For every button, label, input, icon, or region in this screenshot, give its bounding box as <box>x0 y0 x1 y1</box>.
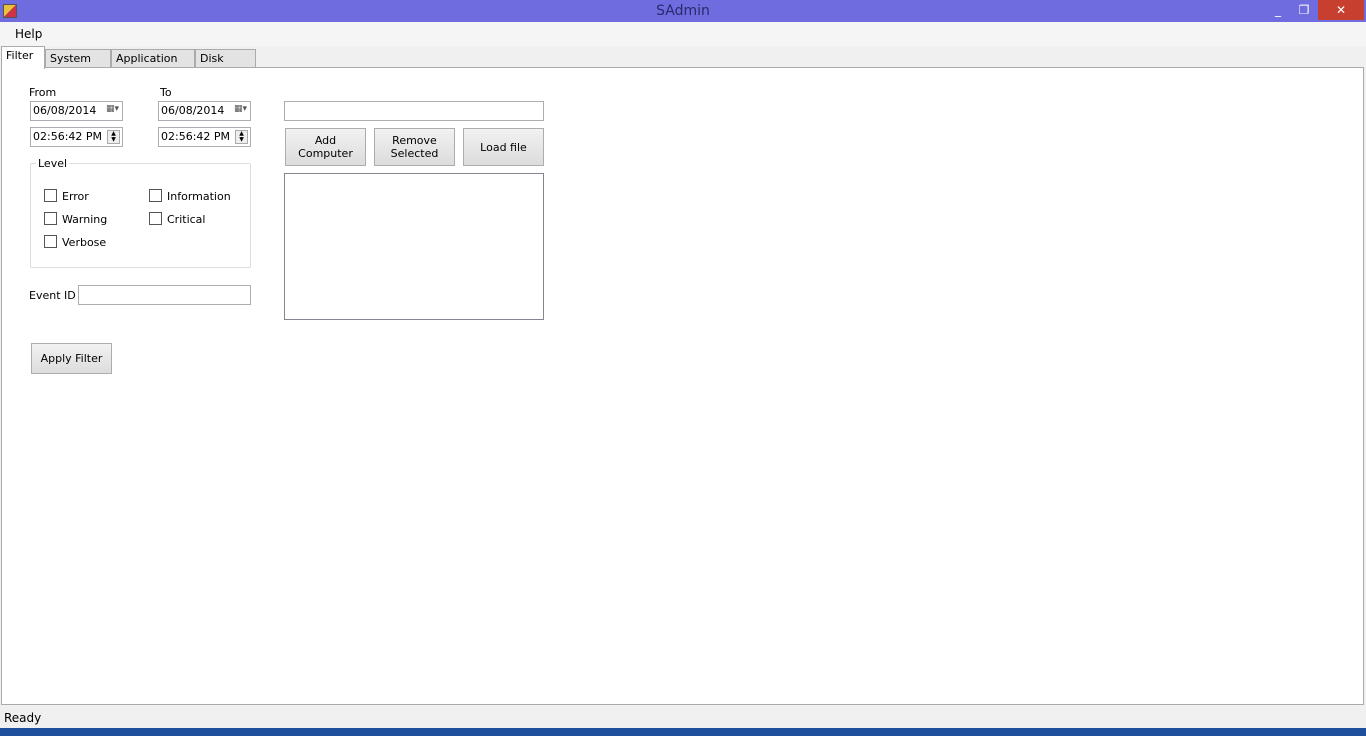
critical-label: Critical <box>167 213 206 226</box>
tab-system-log[interactable]: System Log <box>45 49 111 78</box>
add-computer-button[interactable]: Add Computer <box>285 128 366 166</box>
level-label: Level <box>36 157 70 170</box>
information-label: Information <box>167 190 231 203</box>
from-date-value: 06/08/2014 <box>33 104 97 117</box>
spinner-icon[interactable]: ▲ ▼ <box>235 130 248 144</box>
apply-filter-button[interactable]: Apply Filter <box>31 343 112 374</box>
minimize-button[interactable]: _ <box>1264 0 1292 20</box>
remove-selected-button[interactable]: Remove Selected <box>374 128 455 166</box>
warning-label: Warning <box>62 213 108 226</box>
computer-list[interactable] <box>284 173 544 320</box>
verbose-checkbox[interactable] <box>44 235 57 248</box>
close-button[interactable]: ✕ <box>1318 0 1364 20</box>
error-checkbox[interactable] <box>44 189 57 202</box>
calendar-dropdown-icon[interactable]: ▦▾ <box>106 104 119 114</box>
critical-checkbox[interactable] <box>149 212 162 225</box>
warning-checkbox[interactable] <box>44 212 57 225</box>
tab-application-log[interactable]: Application Log <box>111 49 195 78</box>
from-time-picker[interactable]: 02:56:42 PM ▲ ▼ <box>30 127 123 147</box>
restore-button[interactable]: ❐ <box>1290 0 1318 20</box>
load-file-button[interactable]: Load file <box>463 128 544 166</box>
spinner-icon[interactable]: ▲ ▼ <box>107 130 120 144</box>
error-label: Error <box>62 190 89 203</box>
calendar-dropdown-icon[interactable]: ▦▾ <box>234 104 247 114</box>
to-date-picker[interactable]: 06/08/2014 ▦▾ <box>158 101 251 121</box>
from-date-picker[interactable]: 06/08/2014 ▦▾ <box>30 101 123 121</box>
window-title: SAdmin <box>656 3 710 19</box>
to-label: To <box>160 86 172 99</box>
to-date-value: 06/08/2014 <box>161 104 225 117</box>
to-time-picker[interactable]: 02:56:42 PM ▲ ▼ <box>158 127 251 147</box>
tab-filter[interactable]: Filter <box>1 46 45 69</box>
event-id-label: Event ID <box>29 289 76 302</box>
title-bar: SAdmin _ ❐ ✕ <box>0 0 1366 22</box>
tab-disk-space[interactable]: Disk Space <box>195 49 256 78</box>
information-checkbox[interactable] <box>149 189 162 202</box>
from-time-value: 02:56:42 PM <box>33 130 103 143</box>
status-text: Ready <box>4 711 42 725</box>
from-label: From <box>29 86 57 99</box>
to-time-value: 02:56:42 PM <box>161 130 231 143</box>
computer-name-input[interactable] <box>284 101 544 121</box>
verbose-label: Verbose <box>62 236 107 249</box>
event-id-input[interactable] <box>78 285 251 305</box>
menu-bar: Help <box>0 22 1366 46</box>
taskbar <box>0 728 1366 736</box>
menu-help[interactable]: Help <box>15 27 42 41</box>
